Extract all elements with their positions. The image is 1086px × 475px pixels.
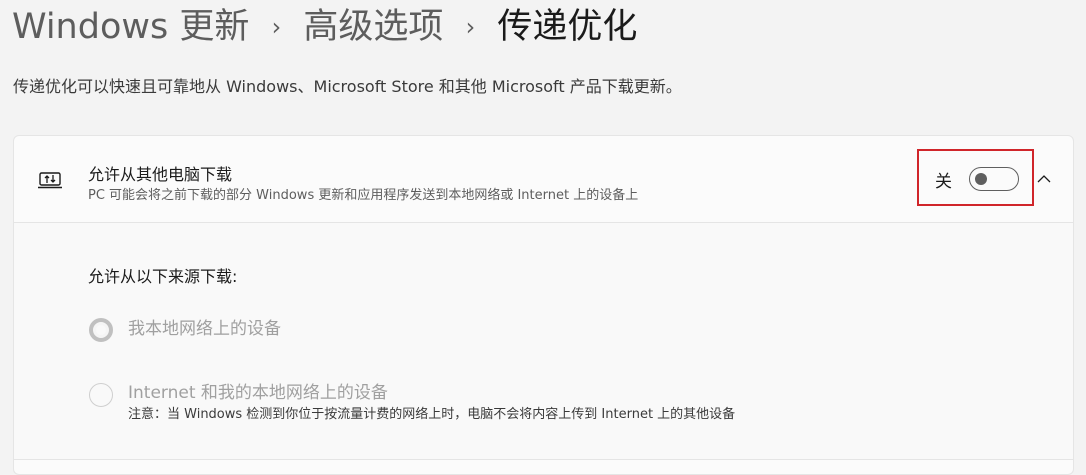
radio-label-local-network: 我本地网络上的设备	[128, 319, 281, 339]
toggle-state-label: 关	[935, 172, 952, 192]
toggle-knob	[975, 172, 987, 185]
breadcrumb-windows-update[interactable]: Windows 更新	[12, 4, 249, 50]
setting-title: 允许从其他电脑下载	[88, 165, 233, 184]
breadcrumb-advanced-options[interactable]: 高级选项	[303, 4, 443, 50]
breadcrumb: Windows 更新 › 高级选项 › 传递优化	[12, 4, 637, 50]
expanded-section: 允许从以下来源下载: 我本地网络上的设备 Internet 和我的本地网络上的设…	[14, 223, 1073, 459]
chevron-up-icon[interactable]	[1033, 169, 1055, 189]
page-title: 传递优化	[497, 7, 638, 47]
setting-subtitle: PC 可能会将之前下载的部分 Windows 更新和应用程序发送到本地网络或 I…	[88, 188, 639, 203]
page-description: 传递优化可以快速且可靠地从 Windows、Microsoft Store 和其…	[13, 77, 682, 96]
delivery-optimization-card: 允许从其他电脑下载 PC 可能会将之前下载的部分 Windows 更新和应用程序…	[13, 135, 1074, 475]
toggle-highlight-box: 关	[917, 149, 1034, 206]
radio-label-internet-and-local: Internet 和我的本地网络上的设备	[128, 383, 388, 403]
breadcrumb-separator: ›	[465, 13, 476, 41]
metered-network-note: 注意：当 Windows 检测到你位于按流量计费的网络上时，电脑不会将内容上传到…	[128, 407, 736, 422]
sources-label: 允许从以下来源下载:	[88, 267, 238, 286]
divider	[14, 459, 1073, 460]
radio-internet-and-local[interactable]	[89, 383, 113, 407]
allow-download-toggle[interactable]	[969, 167, 1019, 191]
breadcrumb-separator: ›	[271, 13, 282, 41]
download-transfer-icon	[38, 172, 62, 189]
card-header[interactable]: 允许从其他电脑下载 PC 可能会将之前下载的部分 Windows 更新和应用程序…	[14, 136, 1073, 223]
radio-local-network[interactable]	[89, 318, 113, 342]
